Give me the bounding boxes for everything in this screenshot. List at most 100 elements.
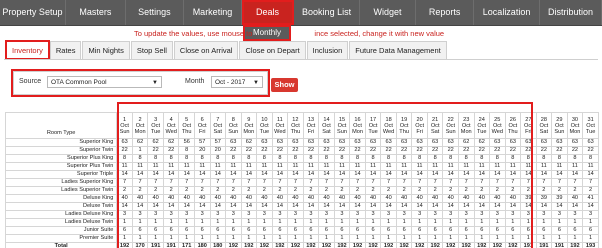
inventory-cell[interactable]: 14 [256,202,273,211]
inventory-cell[interactable]: 40 [271,194,289,203]
nav-item-masters[interactable]: Masters [66,0,126,25]
nav-item-widget[interactable]: Widget [360,0,417,25]
inventory-cell[interactable]: 63 [582,138,599,147]
inventory-cell[interactable]: 1 [582,218,599,227]
inventory-cell[interactable]: 3 [504,210,522,219]
inventory-cell[interactable]: 40 [457,194,475,203]
inventory-cell[interactable]: 8 [535,154,553,163]
inventory-cell[interactable]: 14 [302,202,320,211]
inventory-cell[interactable]: 1 [489,218,506,227]
inventory-cell[interactable]: 2 [178,186,195,195]
inventory-cell[interactable]: 2 [225,186,242,195]
inventory-cell[interactable]: 14 [209,202,227,211]
inventory-cell[interactable]: 1 [442,218,459,227]
inventory-cell[interactable]: 14 [240,170,258,179]
inventory-cell[interactable]: 6 [457,226,475,235]
inventory-cell[interactable]: 3 [240,210,258,219]
inventory-cell[interactable]: 11 [520,162,537,171]
inventory-cell[interactable]: 14 [566,202,584,211]
inventory-cell[interactable]: 2 [271,186,289,195]
inventory-cell[interactable]: 40 [333,194,351,203]
inventory-cell[interactable]: 63 [302,138,320,147]
inventory-cell[interactable]: 39 [520,194,537,203]
inventory-cell[interactable]: 14 [287,170,304,179]
inventory-cell[interactable]: 1 [380,234,397,243]
inventory-cell[interactable]: 63 [256,138,273,147]
inventory-cell[interactable]: 11 [473,162,491,171]
inventory-cell[interactable]: 1 [395,218,413,227]
inventory-cell[interactable]: 11 [131,162,149,171]
inventory-cell[interactable]: 57 [209,138,227,147]
inventory-cell[interactable]: 14 [442,202,459,211]
inventory-cell[interactable]: 1 [116,218,133,227]
inventory-cell[interactable]: 6 [411,226,428,235]
inventory-cell[interactable]: 3 [535,210,553,219]
inventory-cell[interactable]: 7 [426,178,444,187]
inventory-cell[interactable]: 1 [457,218,475,227]
inventory-cell[interactable]: 1 [535,234,553,243]
inventory-cell[interactable]: 57 [193,138,211,147]
inventory-cell[interactable]: 6 [240,226,258,235]
inventory-cell[interactable]: 8 [426,154,444,163]
inventory-cell[interactable]: 14 [116,170,133,179]
inventory-cell[interactable]: 2 [162,186,180,195]
inventory-cell[interactable]: 7 [489,178,506,187]
inventory-cell[interactable]: 8 [271,154,289,163]
inventory-cell[interactable]: 11 [364,162,382,171]
inventory-cell[interactable]: 7 [256,178,273,187]
inventory-cell[interactable]: 22 [364,146,382,155]
inventory-cell[interactable]: 63 [225,138,242,147]
inventory-cell[interactable]: 40 [426,194,444,203]
inventory-cell[interactable]: 6 [489,226,506,235]
inventory-cell[interactable]: 62 [162,138,180,147]
inventory-cell[interactable]: 6 [193,226,211,235]
tab-inclusion[interactable]: Inclusion [306,41,349,59]
inventory-cell[interactable]: 2 [566,186,584,195]
inventory-cell[interactable]: 1 [582,234,599,243]
inventory-cell[interactable]: 14 [457,202,475,211]
inventory-cell[interactable]: 8 [566,154,584,163]
inventory-cell[interactable]: 8 [240,154,258,163]
tab-close-on-depart[interactable]: Close on Depart [239,41,306,59]
inventory-cell[interactable]: 14 [395,170,413,179]
inventory-cell[interactable]: 14 [131,202,149,211]
inventory-cell[interactable]: 6 [473,226,491,235]
inventory-cell[interactable]: 6 [520,226,537,235]
inventory-cell[interactable]: 1 [566,234,584,243]
inventory-cell[interactable]: 6 [551,226,568,235]
inventory-cell[interactable]: 14 [551,202,568,211]
inventory-cell[interactable]: 3 [333,210,351,219]
inventory-cell[interactable]: 22 [566,146,584,155]
inventory-cell[interactable]: 2 [333,186,351,195]
inventory-cell[interactable]: 14 [411,202,428,211]
inventory-cell[interactable]: 2 [209,186,227,195]
inventory-cell[interactable]: 8 [178,146,195,155]
inventory-cell[interactable]: 63 [566,138,584,147]
inventory-cell[interactable]: 8 [131,154,149,163]
inventory-cell[interactable]: 7 [287,178,304,187]
inventory-cell[interactable]: 14 [504,202,522,211]
inventory-cell[interactable]: 14 [271,170,289,179]
source-select[interactable]: OTA Common Pool ▼ [47,76,162,88]
inventory-cell[interactable]: 7 [566,178,584,187]
inventory-cell[interactable]: 22 [162,146,180,155]
inventory-cell[interactable]: 8 [551,154,568,163]
inventory-cell[interactable]: 6 [162,226,180,235]
inventory-cell[interactable]: 1 [457,234,475,243]
inventory-cell[interactable]: 20 [193,146,211,155]
inventory-cell[interactable]: 11 [240,162,258,171]
inventory-cell[interactable]: 22 [582,146,599,155]
inventory-cell[interactable]: 11 [504,162,522,171]
inventory-cell[interactable]: 7 [193,178,211,187]
inventory-cell[interactable]: 2 [551,186,568,195]
inventory-cell[interactable]: 1 [240,234,258,243]
inventory-cell[interactable]: 14 [582,170,599,179]
inventory-cell[interactable]: 3 [162,210,180,219]
inventory-cell[interactable]: 1 [116,234,133,243]
inventory-cell[interactable]: 14 [489,202,506,211]
inventory-cell[interactable]: 8 [209,154,227,163]
inventory-cell[interactable]: 7 [380,178,397,187]
inventory-cell[interactable]: 6 [147,226,164,235]
inventory-cell[interactable]: 1 [411,218,428,227]
inventory-cell[interactable]: 22 [457,146,475,155]
